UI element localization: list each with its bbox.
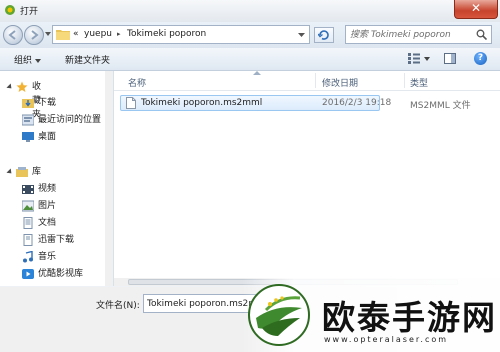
column-header-type[interactable]: 类型 xyxy=(410,76,428,89)
sidebar-item-label: 下载 xyxy=(38,98,57,108)
music-library-icon xyxy=(23,251,33,263)
command-toolbar: 组织 新建文件夹 ? xyxy=(0,48,500,71)
column-header-row: 名称 修改日期 类型 xyxy=(114,71,500,91)
refresh-button[interactable] xyxy=(314,27,334,43)
watermark: 欧泰手游网 www.opteralaser.com xyxy=(242,278,500,352)
app-icon xyxy=(5,5,15,15)
address-dropdown-icon[interactable] xyxy=(298,31,305,38)
file-list-pane: 名称 修改日期 类型 Tokimeki poporon.ms2mml 2016/… xyxy=(114,71,500,286)
close-icon: ✕ xyxy=(470,1,482,15)
sidebar-item-label: 优酷影视库 xyxy=(38,269,84,279)
sidebar-item-label: 文档 xyxy=(38,218,57,228)
youku-library-icon xyxy=(22,269,34,279)
expand-arrow-icon[interactable] xyxy=(6,83,14,91)
address-row: « yuepu ▸ Tokimeki poporon xyxy=(0,22,500,48)
sidebar-item-label: 视频 xyxy=(38,184,57,194)
column-header-name[interactable]: 名称 xyxy=(128,76,146,89)
search-box[interactable] xyxy=(345,25,492,44)
column-divider[interactable] xyxy=(404,73,405,88)
window-title: 打开 xyxy=(20,7,39,17)
forward-button[interactable] xyxy=(24,25,44,45)
new-folder-button[interactable]: 新建文件夹 xyxy=(65,53,110,66)
sort-indicator-icon xyxy=(253,71,261,75)
recent-pages-dropdown[interactable] xyxy=(45,31,51,37)
help-icon[interactable]: ? xyxy=(474,52,487,65)
video-library-icon xyxy=(22,185,34,194)
search-icon[interactable] xyxy=(476,29,487,40)
close-button[interactable]: ✕ xyxy=(454,0,498,19)
watermark-logo xyxy=(248,284,310,346)
breadcrumb-separator[interactable]: ▸ xyxy=(117,30,121,38)
watermark-url: www.opteralaser.com xyxy=(324,335,449,344)
title-bar: 打开 ✕ xyxy=(0,0,500,23)
back-arrow-icon xyxy=(8,30,16,40)
organize-menu[interactable]: 组织 xyxy=(14,53,42,66)
navigation-scrollbar[interactable] xyxy=(105,71,113,286)
file-icon xyxy=(126,97,136,109)
sidebar-item-label: 桌面 xyxy=(38,132,57,142)
column-divider[interactable] xyxy=(315,73,316,88)
refresh-icon xyxy=(318,30,329,40)
breadcrumb-current-folder[interactable]: Tokimeki poporon xyxy=(127,29,206,39)
file-modified-date: 2016/2/3 19:18 xyxy=(322,98,392,108)
watermark-title: 欧泰手游网 xyxy=(322,298,497,337)
column-header-modified[interactable]: 修改日期 xyxy=(322,76,358,89)
sidebar-item-label: 迅雷下载 xyxy=(38,235,75,245)
expand-arrow-icon[interactable] xyxy=(6,168,14,176)
navigation-pane: 收藏夹 下载 最近访问的位置 桌面 库 视频 图片 文档 迅雷下载 音乐 优酷影… xyxy=(0,71,114,286)
view-options-icon[interactable] xyxy=(408,53,420,64)
preview-pane-icon[interactable] xyxy=(444,53,456,64)
pictures-library-icon xyxy=(22,200,34,212)
chevron-down-icon xyxy=(35,58,42,63)
file-name: Tokimeki poporon.ms2mml xyxy=(141,98,263,108)
open-file-dialog: 打开 ✕ « yuepu ▸ Tokimeki poporon 搜索 Tokim… xyxy=(0,0,500,352)
recent-places-icon xyxy=(22,114,34,126)
filename-label: 文件名(N): xyxy=(96,301,140,311)
address-bar[interactable]: « yuepu ▸ Tokimeki poporon xyxy=(52,25,310,44)
sidebar-item-label: 最近访问的位置 xyxy=(38,115,102,125)
folder-icon xyxy=(56,30,70,40)
libraries-label: 库 xyxy=(32,167,42,177)
download-folder-icon xyxy=(22,99,34,108)
organize-label: 组织 xyxy=(14,56,33,66)
desktop-icon xyxy=(22,132,34,142)
documents-library-icon xyxy=(23,217,33,229)
breadcrumb-yuepu[interactable]: yuepu xyxy=(84,29,112,39)
star-icon xyxy=(16,81,28,92)
file-type: MS2MML 文件 xyxy=(410,101,471,111)
sidebar-item-label: 图片 xyxy=(38,201,57,211)
view-dropdown-icon[interactable] xyxy=(424,57,430,61)
library-icon xyxy=(16,167,28,177)
sidebar-item-label: 音乐 xyxy=(38,252,57,262)
search-input[interactable] xyxy=(350,28,468,41)
back-button[interactable] xyxy=(3,25,23,45)
forward-arrow-icon xyxy=(31,30,39,40)
breadcrumb-prefix[interactable]: « xyxy=(73,29,79,39)
thunder-download-icon xyxy=(23,234,33,246)
